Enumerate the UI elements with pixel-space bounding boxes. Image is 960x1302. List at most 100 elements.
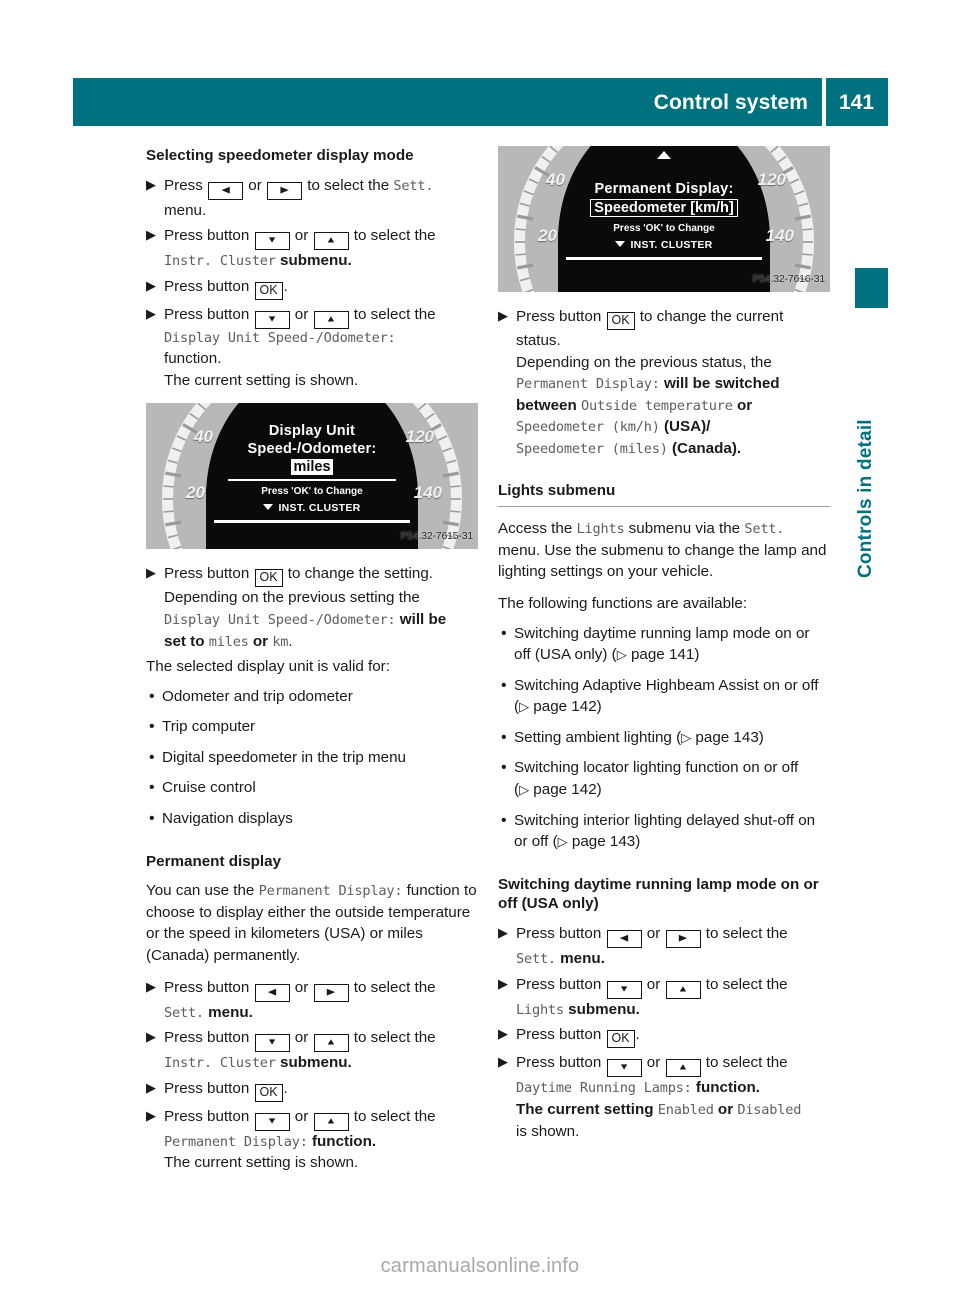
up-arrow-icon: ▲ bbox=[325, 1115, 337, 1126]
step-text: Press bbox=[164, 176, 203, 194]
page-ref-arrow-icon: ▷ bbox=[519, 699, 530, 715]
step-subline-2: The current setting Enabled or Disabled bbox=[516, 1099, 830, 1121]
step-text: Press button bbox=[164, 565, 250, 583]
cluster-up-marker-icon bbox=[657, 151, 671, 159]
page-reference[interactable]: (▷ page 143) bbox=[553, 833, 641, 850]
step-text-tail: to select the bbox=[353, 1029, 436, 1047]
step-subline-4: between Outside temperature or bbox=[516, 395, 830, 417]
header-page-box: 141 bbox=[826, 78, 888, 126]
heading-selecting-speedometer-display-mode: Selecting speedometer display mode bbox=[146, 147, 414, 164]
key-left-button[interactable]: ◀ bbox=[254, 983, 290, 1002]
key-down-button[interactable]: ▼ bbox=[254, 232, 290, 251]
page-reference[interactable]: (▷ page 143) bbox=[676, 729, 764, 746]
step-after-text: function. bbox=[695, 1079, 760, 1097]
key-right-button[interactable]: ▶ bbox=[665, 930, 701, 949]
key-down-button[interactable]: ▼ bbox=[254, 310, 290, 329]
step-text-tail: to select the bbox=[705, 975, 788, 993]
key-ok-button[interactable]: OK bbox=[254, 281, 283, 300]
step-item: ▶ Press button ▼ or ▲ to select the Perm… bbox=[146, 1106, 478, 1174]
list-item: • Odometer and trip odometer bbox=[146, 686, 478, 708]
dial-tick-120: 120 bbox=[405, 427, 434, 447]
key-ok-button[interactable]: OK bbox=[606, 312, 635, 330]
paragraph-pre: Access the bbox=[498, 520, 573, 538]
function-name-permanent-display: Permanent Display: bbox=[516, 376, 660, 393]
key-up-button[interactable]: ▲ bbox=[665, 1059, 701, 1078]
list-item: • Switching interior lighting delayed shu… bbox=[498, 810, 830, 853]
up-arrow-icon: ▲ bbox=[677, 1062, 689, 1073]
bullet-icon: • bbox=[149, 809, 155, 827]
key-up-button[interactable]: ▲ bbox=[313, 232, 349, 251]
page-ref-label: page 143 bbox=[695, 728, 759, 746]
key-up-button[interactable]: ▲ bbox=[313, 1112, 349, 1131]
bullet-icon: • bbox=[149, 779, 155, 797]
step-conjunction: or bbox=[294, 978, 309, 996]
list-item: • Switching daytime running lamp mode on … bbox=[498, 623, 830, 666]
down-arrow-icon bbox=[263, 504, 274, 511]
bullet-icon: • bbox=[501, 676, 507, 694]
paragraph-post: menu. Use the submenu to change the lamp… bbox=[498, 541, 827, 581]
cluster-hint-text: Press 'OK' to Change bbox=[261, 486, 363, 498]
step-subline: Permanent Display: function. bbox=[164, 1131, 478, 1153]
left-arrow-icon: ◀ bbox=[267, 986, 277, 997]
step-subline-6: Speedometer (miles) (Canada). bbox=[516, 438, 830, 460]
bullet-icon: • bbox=[149, 748, 155, 766]
page-reference[interactable]: (▷ page 141) bbox=[612, 646, 700, 663]
cluster-divider-bottom bbox=[214, 520, 410, 523]
key-right-button[interactable]: ▶ bbox=[313, 983, 349, 1002]
key-down-button[interactable]: ▼ bbox=[254, 1034, 290, 1053]
key-right-button[interactable]: ▶ bbox=[267, 181, 303, 200]
down-arrow-icon: ▼ bbox=[266, 314, 278, 324]
bullet-icon: • bbox=[501, 728, 507, 746]
list-item: • Digital speedometer in the trip menu bbox=[146, 747, 478, 769]
key-up-button[interactable]: ▲ bbox=[313, 310, 349, 329]
step-text: Press button bbox=[164, 277, 250, 295]
list-item-label: Switching locator lighting function on o… bbox=[514, 759, 799, 777]
up-arrow-icon: ▲ bbox=[325, 1037, 337, 1048]
dial-tick-20: 20 bbox=[538, 226, 557, 245]
right-arrow-icon: ▶ bbox=[280, 184, 289, 195]
step-arrow-icon: ▶ bbox=[146, 176, 156, 192]
right-column: 40 20 120 140 Permanent Display: Speedom… bbox=[498, 146, 830, 1146]
key-left-button[interactable]: ◀ bbox=[208, 181, 244, 200]
step-arrow-icon: ▶ bbox=[498, 308, 508, 323]
heading-permanent-display: Permanent display bbox=[146, 852, 282, 870]
step-subline: menu. bbox=[164, 201, 207, 219]
down-arrow-icon: ▼ bbox=[266, 1115, 278, 1126]
cluster-divider-bottom bbox=[566, 257, 762, 260]
step-item: ▶ Press button ▼ or ▲ to select the Dayt… bbox=[498, 1052, 830, 1142]
step-subline: Sett. menu. bbox=[516, 948, 830, 970]
key-down-button[interactable]: ▼ bbox=[606, 1059, 642, 1078]
step-subline: Instr. Cluster submenu. bbox=[164, 250, 478, 272]
step-conjunction: or bbox=[294, 1107, 309, 1125]
down-arrow-icon: ▼ bbox=[618, 983, 630, 994]
key-up-button[interactable]: ▲ bbox=[665, 980, 701, 999]
page-reference[interactable]: (▷ page 142) bbox=[514, 698, 602, 715]
key-down-button[interactable]: ▼ bbox=[606, 980, 642, 999]
menu-name-sett: Sett. bbox=[516, 951, 556, 968]
step-after-text: submenu. bbox=[280, 252, 352, 270]
step-subline: status. bbox=[516, 332, 561, 349]
key-ok-button[interactable]: OK bbox=[606, 1030, 635, 1049]
key-down-button[interactable]: ▼ bbox=[254, 1112, 290, 1131]
page-ref-label: page 142 bbox=[533, 781, 597, 798]
page-reference[interactable]: (▷ page 142) bbox=[514, 781, 602, 798]
step-after-text: submenu. bbox=[280, 1054, 352, 1072]
step-subline: Daytime Running Lamps: function. bbox=[516, 1077, 830, 1099]
step-arrow-icon: ▶ bbox=[146, 277, 156, 293]
step-arrow-icon: ▶ bbox=[498, 1054, 508, 1070]
step-after-text: menu. bbox=[208, 1003, 253, 1021]
step-text: Press button bbox=[164, 227, 250, 245]
key-up-button[interactable]: ▲ bbox=[313, 1034, 349, 1053]
key-ok-button[interactable]: OK bbox=[254, 1083, 283, 1102]
page-ref-label: page 141 bbox=[630, 646, 695, 664]
step-conjunction: or bbox=[646, 925, 661, 943]
step-item: ▶ Press button OK to change the current … bbox=[498, 306, 830, 459]
key-ok-button[interactable]: OK bbox=[254, 569, 283, 588]
side-tab-marker bbox=[855, 268, 888, 308]
cluster-hint-text: Press 'OK' to Change bbox=[613, 223, 715, 234]
step-conjunction: or bbox=[294, 227, 309, 245]
key-left-button[interactable]: ◀ bbox=[606, 930, 642, 949]
left-arrow-icon: ◀ bbox=[619, 933, 629, 944]
heading-lights-submenu: Lights submenu bbox=[498, 481, 830, 508]
cluster-menu-row: INST. CLUSTER bbox=[217, 501, 407, 516]
